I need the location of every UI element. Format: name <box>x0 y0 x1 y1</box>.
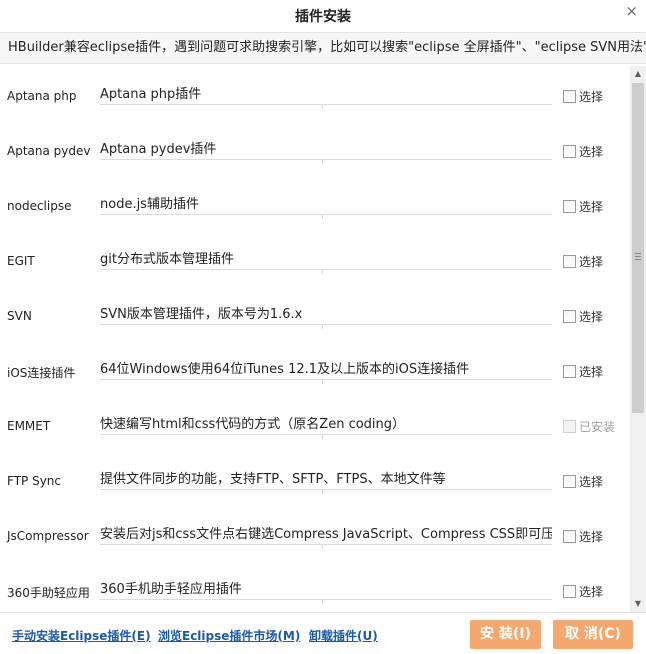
select-checkbox-label[interactable]: 选择 <box>579 308 603 325</box>
plugin-name: 360手助轻应用 <box>7 586 90 600</box>
plugin-description: 提供文件同步的功能，支持FTP、SFTP、FTPS、本地文件等 <box>100 468 552 490</box>
plugin-description: git分布式版本管理插件 <box>100 248 552 270</box>
scroll-up-arrow-icon[interactable]: ▲ <box>630 66 646 82</box>
divider <box>322 159 323 164</box>
plugin-list: Aptana php Aptana php插件 选择 Aptana pydev Apta… <box>0 66 630 612</box>
plugin-description: 64位Windows使用64位iTunes 12.1及以上版本的iOS连接插件 <box>100 358 552 380</box>
select-checkbox[interactable] <box>563 310 576 323</box>
plugin-name: JsCompressor <box>7 529 89 543</box>
plugin-description: Aptana pydev插件 <box>100 138 552 160</box>
select-checkbox <box>563 420 576 433</box>
scrollbar-thumb[interactable] <box>632 83 644 413</box>
plugin-description: node.js辅助插件 <box>100 193 552 215</box>
divider <box>322 214 323 219</box>
grip-icon <box>635 253 641 260</box>
divider <box>322 104 323 109</box>
browse-market-link[interactable]: 浏览Eclipse插件市场(M) <box>158 627 300 644</box>
divider <box>322 269 323 274</box>
select-checkbox[interactable] <box>563 475 576 488</box>
close-icon[interactable]: × <box>625 2 638 20</box>
plugin-name: nodeclipse <box>7 199 72 213</box>
select-checkbox[interactable] <box>563 90 576 103</box>
select-checkbox-label[interactable]: 选择 <box>579 583 603 600</box>
plugin-row: nodeclipse node.js辅助插件 选择 <box>0 176 630 231</box>
select-checkbox[interactable] <box>563 365 576 378</box>
select-checkbox-label[interactable]: 选择 <box>579 143 603 160</box>
plugin-row: EGIT git分布式版本管理插件 选择 <box>0 231 630 286</box>
plugin-row: iOS连接插件 64位Windows使用64位iTunes 12.1及以上版本的i… <box>0 341 630 396</box>
plugin-description: 快速编写html和css代码的方式（原名Zen coding） <box>100 413 552 435</box>
plugin-name: EMMET <box>7 419 51 433</box>
plugin-row: EMMET 快速编写html和css代码的方式（原名Zen coding） 已安装 <box>0 396 630 451</box>
install-button[interactable]: 安 装(I) <box>470 620 541 649</box>
select-checkbox-label[interactable]: 选择 <box>579 198 603 215</box>
divider <box>322 544 323 549</box>
plugin-row: Aptana pydev Aptana pydev插件 选择 <box>0 121 630 176</box>
dialog-footer: 手动安装Eclipse插件(E) 浏览Eclipse插件市场(M) 卸载插件(U… <box>0 612 646 654</box>
plugin-name: SVN <box>7 309 32 323</box>
dialog-titlebar: 插件安装 × <box>0 0 646 32</box>
select-checkbox[interactable] <box>563 200 576 213</box>
select-checkbox-label[interactable]: 选择 <box>579 363 603 380</box>
plugin-description: SVN版本管理插件，版本号为1.6.x <box>100 303 552 325</box>
plugin-row: SVN SVN版本管理插件，版本号为1.6.x 选择 <box>0 286 630 341</box>
dialog-title: 插件安装 <box>295 9 351 25</box>
divider <box>322 434 323 439</box>
select-checkbox-label[interactable]: 选择 <box>579 253 603 270</box>
uninstall-link[interactable]: 卸载插件(U) <box>309 627 378 644</box>
divider <box>322 379 323 384</box>
plugin-name: iOS连接插件 <box>7 366 76 380</box>
plugin-row: 360手助轻应用 360手机助手轻应用插件 选择 <box>0 561 630 612</box>
plugin-description: 安装后对js和css文件点右键选Compress JavaScript、Comp… <box>100 523 552 545</box>
divider <box>322 324 323 329</box>
plugin-description: Aptana php插件 <box>100 83 552 105</box>
select-checkbox-label[interactable]: 选择 <box>579 88 603 105</box>
scroll-down-arrow-icon[interactable]: ▼ <box>630 596 646 612</box>
select-checkbox[interactable] <box>563 145 576 158</box>
plugin-row: FTP Sync 提供文件同步的功能，支持FTP、SFTP、FTPS、本地文件等 选… <box>0 451 630 506</box>
select-checkbox-label: 已安装 <box>579 420 616 434</box>
plugin-name: Aptana php <box>7 89 77 103</box>
select-checkbox-label[interactable]: 选择 <box>579 473 603 490</box>
manual-install-link[interactable]: 手动安装Eclipse插件(E) <box>12 627 151 644</box>
plugin-row: JsCompressor 安装后对js和css文件点右键选Compress Jav… <box>0 506 630 561</box>
select-checkbox[interactable] <box>563 530 576 543</box>
select-checkbox-label[interactable]: 选择 <box>579 528 603 545</box>
hint-text: HBuilder兼容eclipse插件，遇到问题可求助搜索引擎，比如可以搜索"e… <box>0 32 646 64</box>
cancel-button[interactable]: 取 消(C) <box>553 620 633 649</box>
plugin-description: 360手机助手轻应用插件 <box>100 578 552 600</box>
divider <box>322 489 323 494</box>
divider <box>322 599 323 604</box>
plugin-name: EGIT <box>7 254 35 268</box>
plugin-name: Aptana pydev <box>7 144 91 158</box>
select-checkbox[interactable] <box>563 255 576 268</box>
select-checkbox[interactable] <box>563 585 576 598</box>
vertical-scrollbar[interactable]: ▲ ▼ <box>630 66 646 612</box>
plugin-name: FTP Sync <box>7 474 61 488</box>
plugin-row: Aptana php Aptana php插件 选择 <box>0 66 630 121</box>
